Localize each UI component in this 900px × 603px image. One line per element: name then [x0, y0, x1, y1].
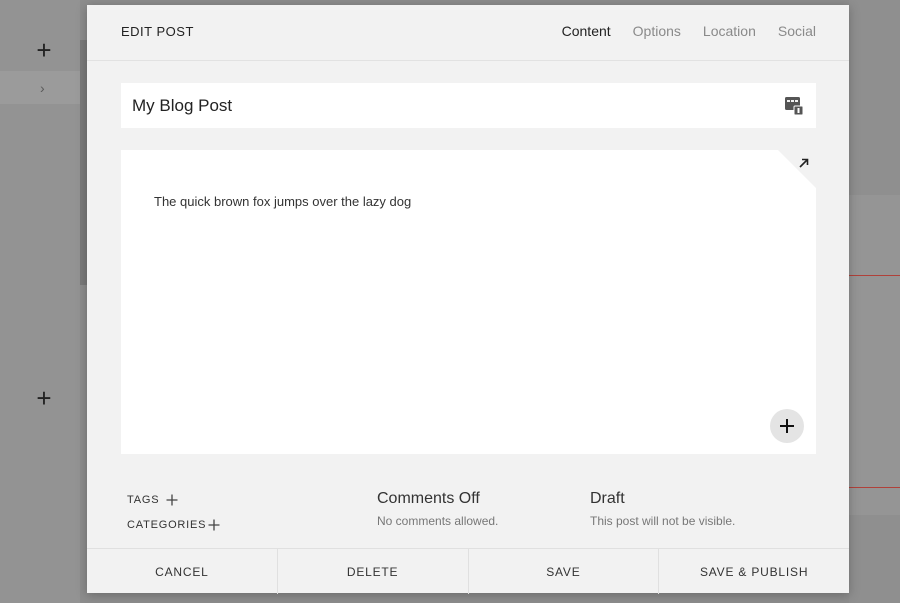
dialog-tabs: Content Options Location Social [562, 23, 816, 39]
plus-icon [780, 419, 794, 433]
comments-status-description: No comments allowed. [377, 514, 499, 528]
categories-label: CATEGORIES [127, 519, 207, 531]
background-right-panel [849, 0, 900, 603]
thumbnail-image-icon[interactable] [784, 96, 804, 116]
background-scrollbar [80, 40, 87, 285]
editor-body-text[interactable]: The quick brown fox jumps over the lazy … [154, 194, 411, 209]
edit-post-dialog: EDIT POST Content Options Location Socia… [87, 5, 849, 594]
save-button[interactable]: SAVE [467, 549, 659, 594]
background-add-icon: + [36, 35, 52, 65]
delete-button[interactable]: DELETE [276, 549, 468, 594]
background-accent-line [849, 275, 900, 276]
tab-options[interactable]: Options [633, 23, 681, 39]
add-tag-icon[interactable] [166, 493, 178, 506]
post-body-editor[interactable]: The quick brown fox jumps over the lazy … [121, 150, 816, 454]
editor-corner-fold [778, 150, 816, 188]
post-status-description: This post will not be visible. [590, 514, 736, 528]
cancel-button[interactable]: CANCEL [87, 549, 277, 594]
background-chevron-icon: › [40, 80, 45, 96]
post-title-input[interactable] [121, 83, 816, 128]
dialog-header: EDIT POST Content Options Location Socia… [87, 5, 849, 61]
tab-location[interactable]: Location [703, 23, 756, 39]
post-status[interactable]: Draft [590, 490, 625, 508]
save-and-publish-button[interactable]: SAVE & PUBLISH [658, 549, 849, 594]
background-accent-line [849, 487, 900, 488]
comments-status[interactable]: Comments Off [377, 490, 480, 508]
background-add-icon: + [36, 383, 52, 413]
tab-social[interactable]: Social [778, 23, 816, 39]
dialog-footer: CANCEL DELETE SAVE SAVE & PUBLISH [87, 548, 849, 594]
tab-content[interactable]: Content [562, 23, 611, 39]
tags-label: TAGS [127, 494, 160, 506]
add-block-button[interactable] [770, 409, 804, 443]
background-panel [849, 195, 900, 515]
expand-arrow-icon[interactable] [798, 156, 810, 168]
dialog-title: EDIT POST [121, 24, 194, 39]
add-category-icon[interactable] [208, 518, 220, 531]
